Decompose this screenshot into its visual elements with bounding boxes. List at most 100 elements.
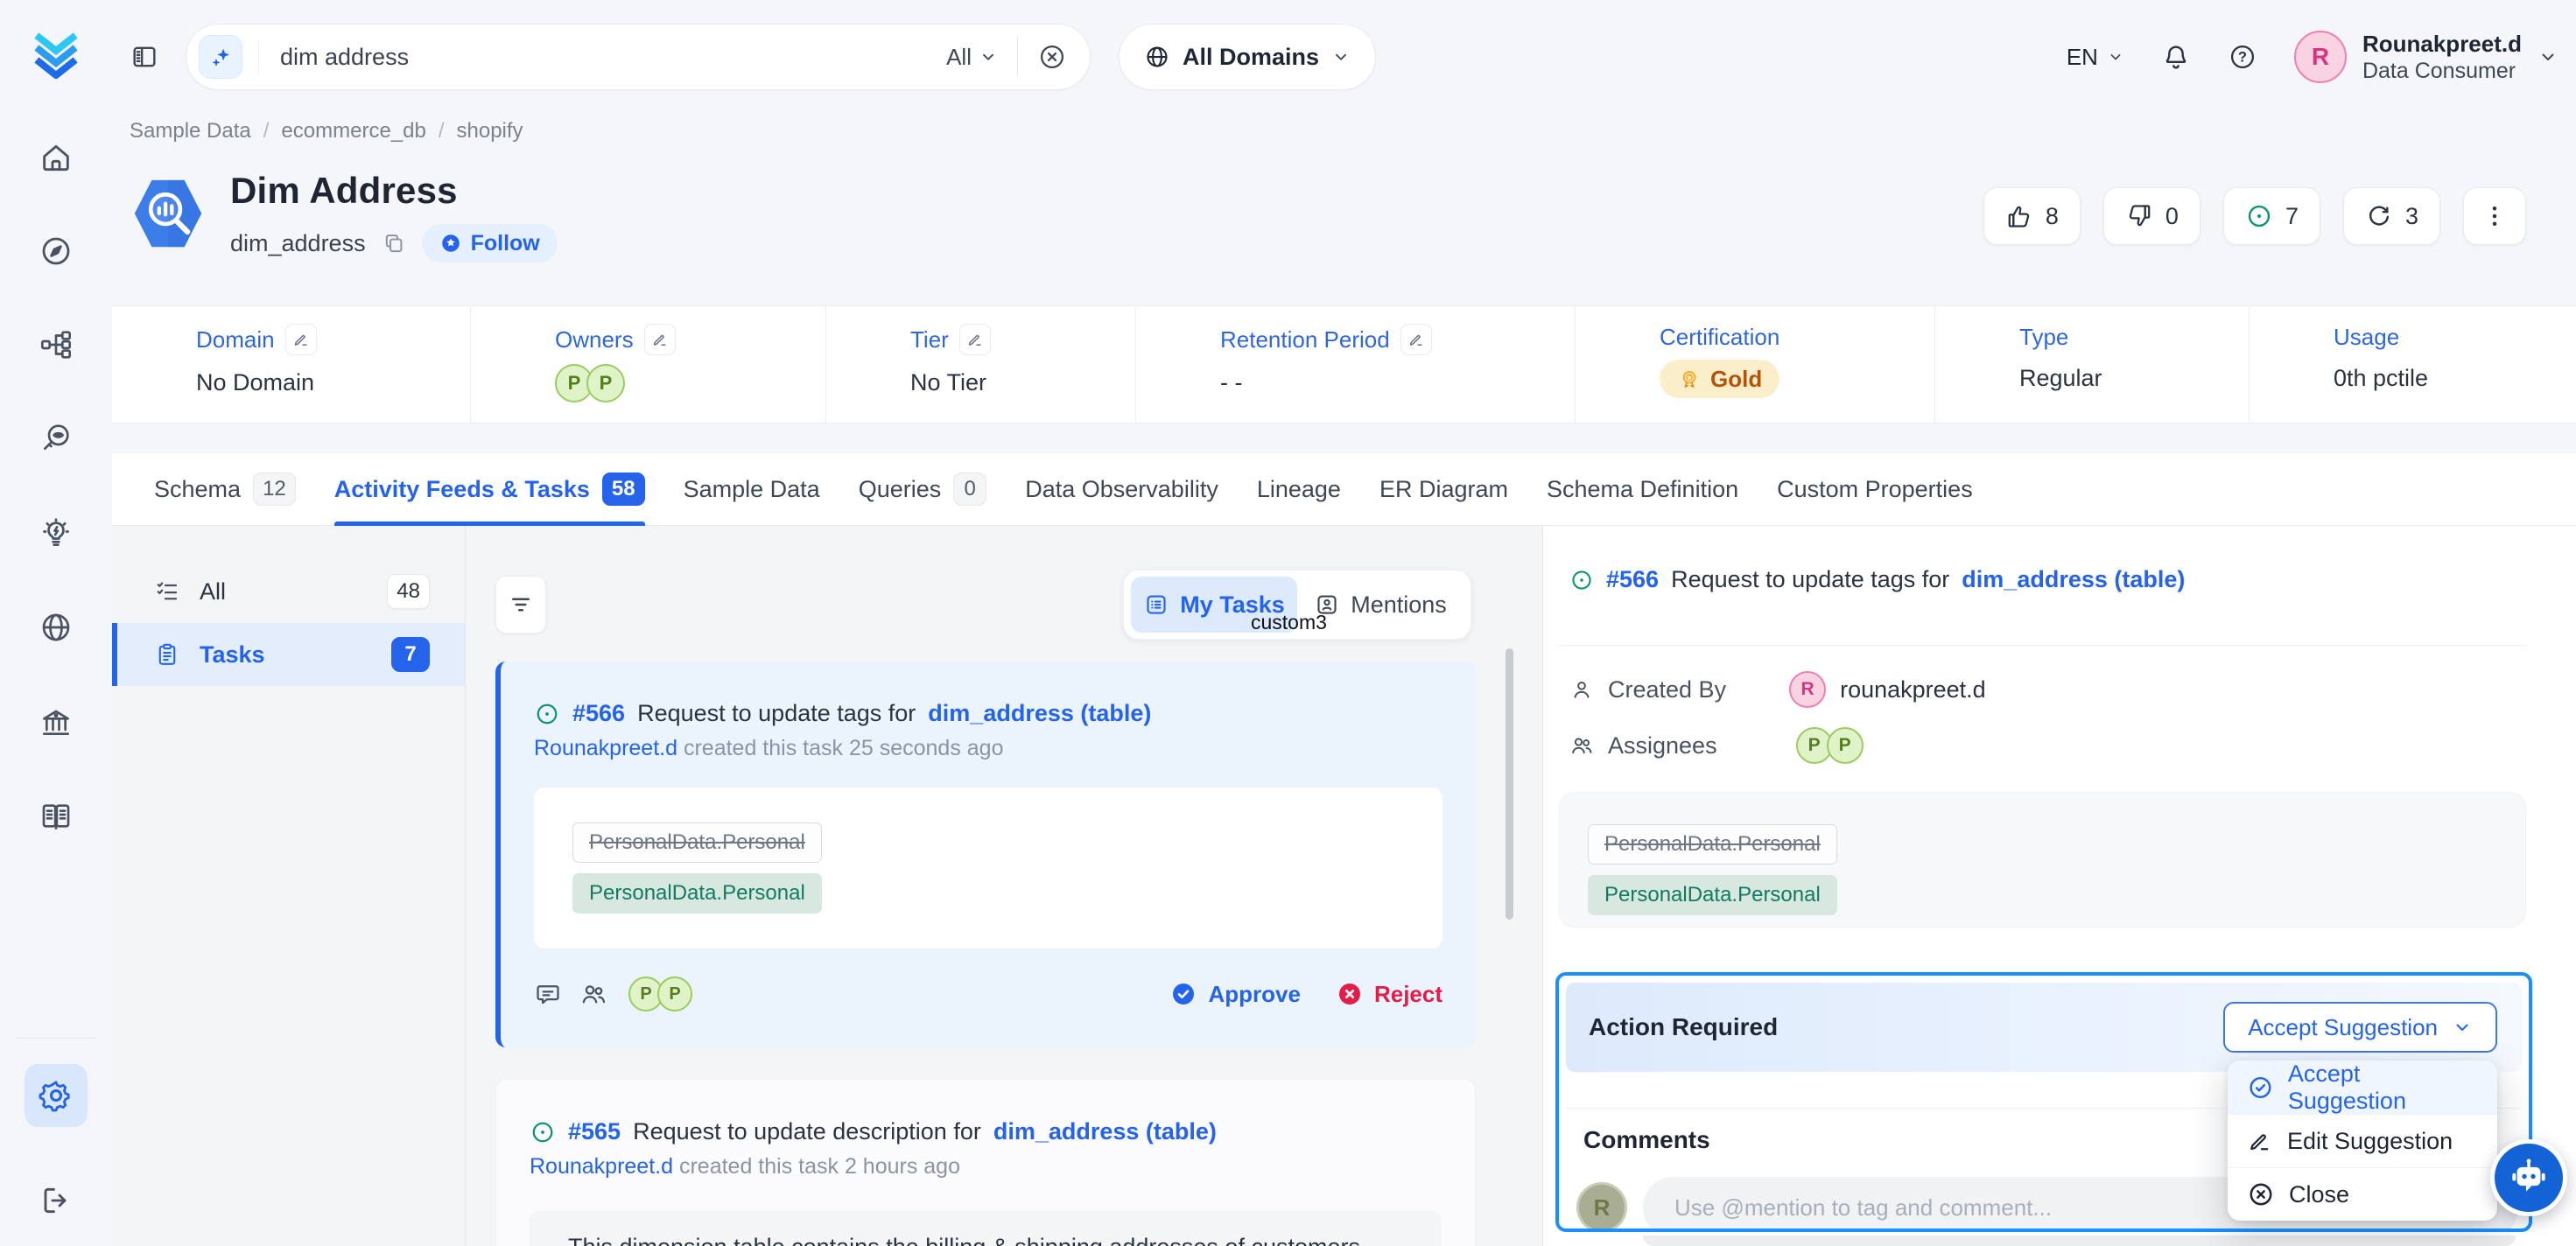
edit-domain-icon[interactable] bbox=[285, 324, 317, 355]
breadcrumb-item-database[interactable]: ecommerce_db bbox=[281, 119, 425, 144]
task-id[interactable]: #565 bbox=[568, 1118, 621, 1145]
page-header: Dim Address dim_address Follow 8 0 7 bbox=[112, 147, 2576, 305]
menu-item-close[interactable]: Close bbox=[2228, 1167, 2497, 1221]
asset-qualified-name: dim_address bbox=[230, 230, 366, 257]
task-card-565[interactable]: #565 Request to update description for d… bbox=[495, 1079, 1476, 1246]
meta-domain: Domain No Domain bbox=[112, 306, 470, 423]
tab-lineage[interactable]: Lineage bbox=[1257, 453, 1341, 526]
task-author-link[interactable]: Rounakpreet.d bbox=[530, 1154, 673, 1179]
creator-name[interactable]: rounakpreet.d bbox=[1840, 676, 1986, 704]
menu-item-accept-suggestion[interactable]: Accept Suggestion bbox=[2228, 1060, 2497, 1114]
task-entity-link[interactable]: dim_address (table) bbox=[928, 700, 1151, 727]
meta-certification: Certification Gold bbox=[1575, 306, 1934, 423]
task-card-566[interactable]: #566 Request to update tags for dim_addr… bbox=[495, 662, 1476, 1047]
governance-bank-icon[interactable] bbox=[39, 705, 74, 740]
search-scope-dropdown[interactable]: All bbox=[946, 44, 998, 71]
menu-item-edit-suggestion[interactable]: Edit Suggestion bbox=[2228, 1114, 2497, 1167]
approve-button[interactable]: Approve bbox=[1169, 980, 1300, 1008]
reject-button[interactable]: Reject bbox=[1336, 980, 1442, 1008]
tab-data-observability[interactable]: Data Observability bbox=[1025, 453, 1218, 526]
insights-bulb-icon[interactable] bbox=[39, 516, 74, 551]
task-meta: created this task 25 seconds ago bbox=[684, 736, 1004, 760]
tab-activity-feeds-tasks[interactable]: Activity Feeds & Tasks58 bbox=[334, 453, 645, 526]
task-description-preview: This dimension table contains the billin… bbox=[530, 1211, 1442, 1246]
downvote-button[interactable]: 0 bbox=[2103, 187, 2200, 245]
logout-icon[interactable] bbox=[39, 1183, 74, 1218]
removed-tag-pill: PersonalData.Personal bbox=[1588, 824, 1837, 864]
discover-search-eye-icon[interactable] bbox=[39, 421, 74, 456]
globe-icon[interactable] bbox=[39, 610, 74, 645]
lineage-sitemap-icon[interactable] bbox=[39, 327, 74, 362]
tab-schema[interactable]: Schema12 bbox=[154, 453, 296, 526]
ai-sparkle-icon[interactable] bbox=[199, 35, 242, 79]
search-clear-icon[interactable] bbox=[1037, 42, 1067, 72]
app-logo-icon[interactable] bbox=[32, 28, 81, 79]
chatbot-button[interactable] bbox=[2490, 1139, 2567, 1216]
activity-content: All 48 Tasks 7 My Tasks bbox=[112, 526, 2576, 1246]
breadcrumb-item-schema[interactable]: shopify bbox=[457, 119, 523, 144]
all-domains-button[interactable]: All Domains bbox=[1119, 24, 1376, 90]
commenter-avatar: R bbox=[1576, 1182, 1627, 1232]
task-entity-link[interactable]: dim_address (table) bbox=[993, 1118, 1217, 1145]
glossary-book-icon[interactable] bbox=[39, 799, 74, 834]
tab-custom-properties[interactable]: Custom Properties bbox=[1777, 453, 1973, 526]
task-id[interactable]: #566 bbox=[572, 700, 625, 727]
refresh-button[interactable]: 3 bbox=[2343, 187, 2440, 245]
filter-all-item[interactable]: All 48 bbox=[112, 560, 465, 623]
feed-filter-button[interactable] bbox=[495, 576, 546, 634]
description-preview-text: This dimension table contains the billin… bbox=[568, 1234, 1367, 1246]
issues-button[interactable]: 7 bbox=[2223, 187, 2320, 245]
meta-tier-value[interactable]: No Tier bbox=[910, 369, 1135, 396]
accept-suggestion-button-label: Accept Suggestion bbox=[2248, 1014, 2438, 1041]
comment-bubble-icon[interactable] bbox=[534, 980, 562, 1008]
feed-scrollbar[interactable] bbox=[1506, 648, 1513, 920]
assignee-avatar: P bbox=[1827, 727, 1864, 764]
detail-task-title: Request to update tags for bbox=[1671, 566, 1949, 593]
tab-queries[interactable]: Queries0 bbox=[859, 453, 987, 526]
settings-gear-button[interactable] bbox=[25, 1064, 88, 1127]
edit-owners-icon[interactable] bbox=[644, 324, 676, 355]
asset-tabs: Schema12 Activity Feeds & Tasks58 Sample… bbox=[112, 453, 2576, 526]
global-search-bar[interactable]: All bbox=[186, 24, 1091, 90]
pencil-icon bbox=[2247, 1128, 2273, 1154]
help-icon[interactable]: ? bbox=[2228, 42, 2257, 72]
checklist-icon bbox=[154, 578, 180, 605]
owner-avatars[interactable]: P P bbox=[555, 364, 825, 402]
refresh-icon bbox=[2365, 202, 2393, 230]
created-by-label: Created By bbox=[1608, 676, 1726, 704]
edit-retention-icon[interactable] bbox=[1400, 324, 1432, 355]
notifications-bell-icon[interactable] bbox=[2161, 42, 2191, 72]
menu-item-label: Edit Suggestion bbox=[2287, 1128, 2453, 1155]
search-input[interactable] bbox=[263, 44, 946, 71]
detail-entity-link[interactable]: dim_address (table) bbox=[1962, 566, 2185, 593]
user-avatar: R bbox=[2294, 31, 2347, 83]
meta-type-value: Regular bbox=[2019, 365, 2249, 392]
language-selector[interactable]: EN bbox=[2067, 44, 2124, 71]
upvote-button[interactable]: 8 bbox=[1983, 187, 2081, 245]
task-meta: created this task 2 hours ago bbox=[679, 1154, 960, 1179]
sidebar-toggle-icon[interactable] bbox=[130, 42, 159, 72]
detail-task-id[interactable]: #566 bbox=[1606, 566, 1659, 593]
tab-sample-data[interactable]: Sample Data bbox=[684, 453, 820, 526]
refresh-count: 3 bbox=[2405, 203, 2418, 230]
home-icon[interactable] bbox=[39, 140, 74, 175]
tab-schema-definition[interactable]: Schema Definition bbox=[1547, 453, 1738, 526]
follow-label: Follow bbox=[471, 231, 540, 256]
meta-retention-label: Retention Period bbox=[1220, 326, 1390, 354]
task-title: Request to update description for bbox=[633, 1118, 981, 1145]
follow-button[interactable]: Follow bbox=[422, 224, 558, 262]
accept-suggestion-dropdown-button[interactable]: Accept Suggestion bbox=[2223, 1002, 2497, 1053]
svg-text:?: ? bbox=[2238, 50, 2247, 66]
more-actions-button[interactable] bbox=[2463, 187, 2526, 245]
compass-icon[interactable] bbox=[39, 234, 74, 269]
copy-icon[interactable] bbox=[382, 231, 406, 256]
tab-er-diagram[interactable]: ER Diagram bbox=[1379, 453, 1508, 526]
breadcrumb-item-connection[interactable]: Sample Data bbox=[130, 119, 251, 144]
action-dropdown-menu: Accept Suggestion Edit Suggestion Close bbox=[2228, 1060, 2497, 1221]
assignees-people-icon[interactable] bbox=[579, 980, 607, 1008]
edit-tier-icon[interactable] bbox=[959, 324, 991, 355]
meta-domain-value[interactable]: No Domain bbox=[196, 369, 470, 396]
task-author-link[interactable]: Rounakpreet.d bbox=[534, 736, 677, 760]
user-menu[interactable]: R Rounakpreet.d Data Consumer bbox=[2294, 30, 2558, 84]
filter-tasks-item[interactable]: Tasks 7 bbox=[112, 623, 465, 686]
